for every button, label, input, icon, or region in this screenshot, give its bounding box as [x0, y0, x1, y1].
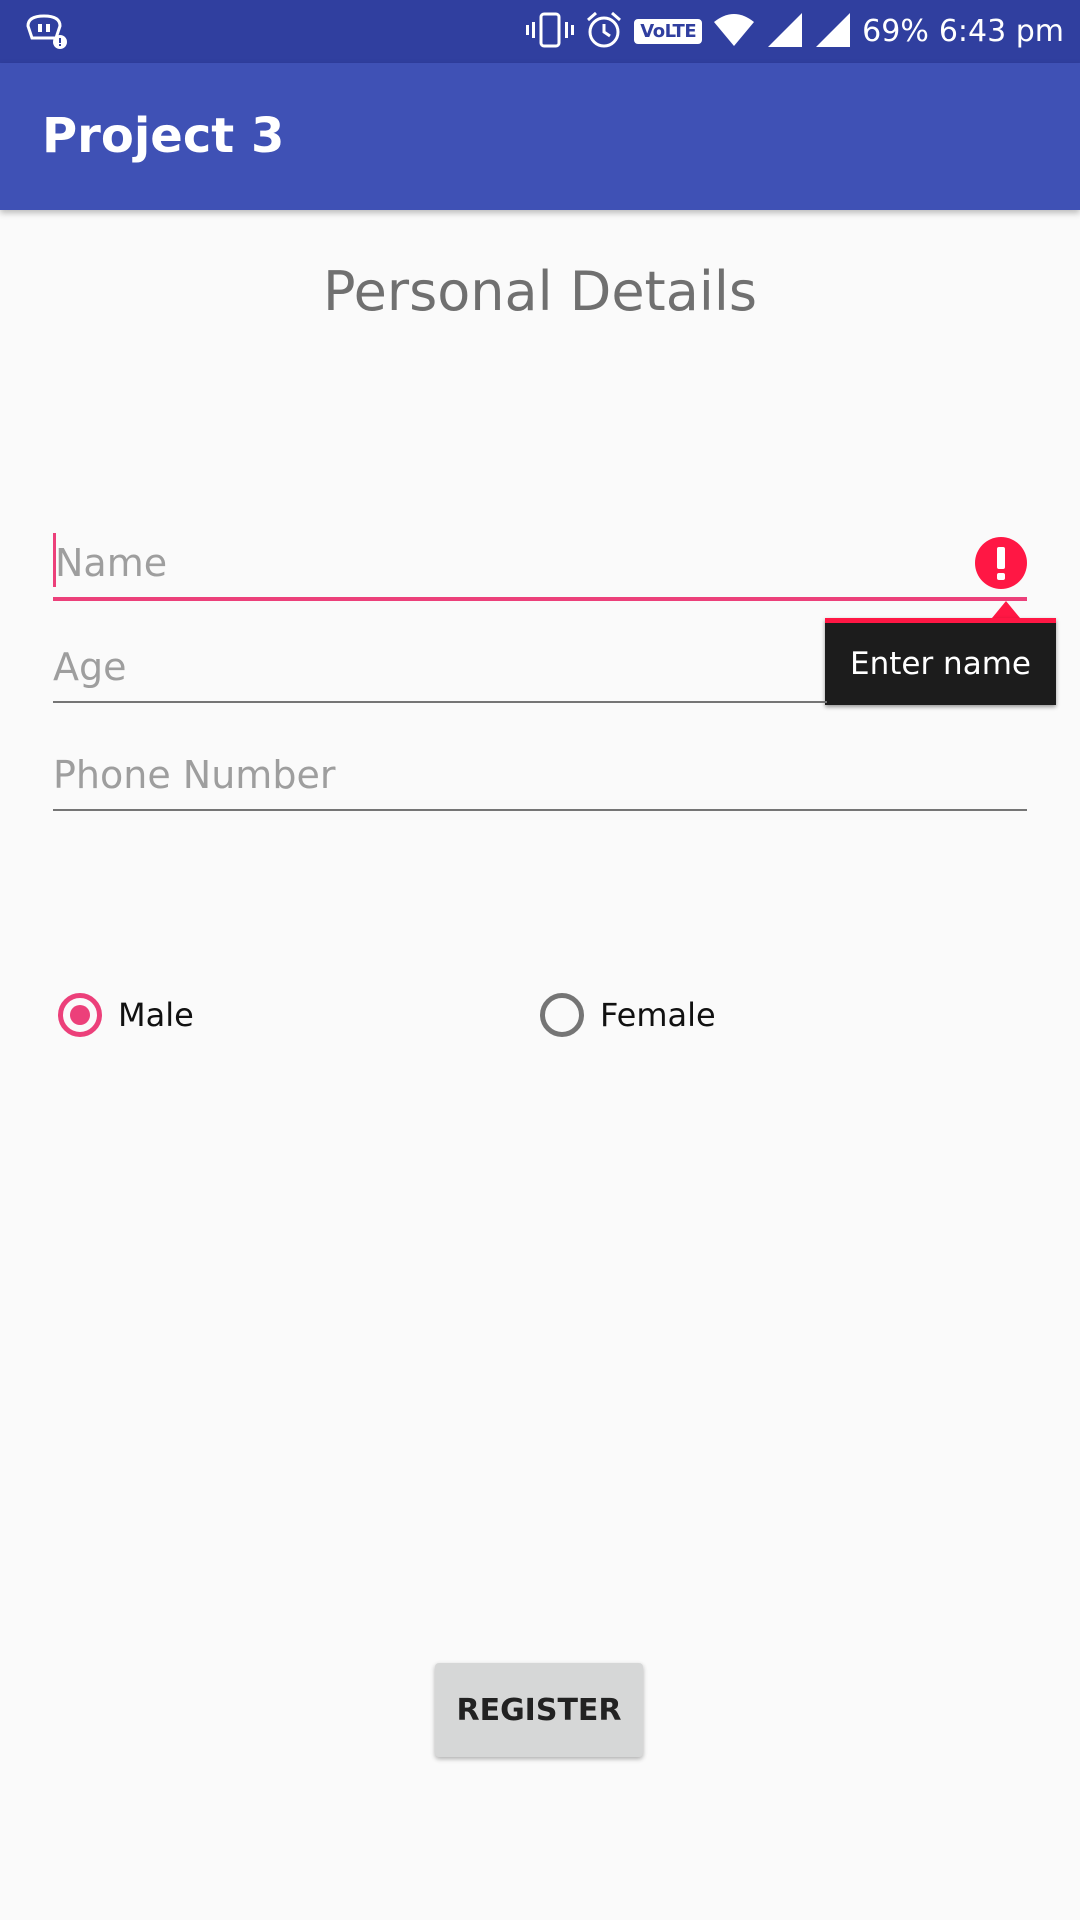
radio-button-unchecked[interactable] — [540, 993, 584, 1037]
radio-female-label: Female — [600, 996, 716, 1034]
app-bar: Project 3 — [0, 63, 1080, 210]
error-icon — [975, 537, 1027, 589]
radio-male[interactable]: Male — [58, 993, 194, 1037]
alarm-icon — [584, 10, 624, 54]
signal-icon — [766, 11, 804, 53]
volte-icon: VoLTE — [634, 19, 703, 44]
phone-number-placeholder: Phone Number — [53, 753, 336, 797]
notification-app-icon — [24, 12, 70, 54]
error-tooltip-arrow — [992, 601, 1020, 618]
wifi-icon — [712, 12, 756, 52]
error-tooltip: Enter name — [825, 618, 1056, 705]
status-bar: VoLTE 69% 6:43 pm — [0, 0, 1080, 63]
phone-number-field[interactable]: Phone Number — [53, 737, 1027, 811]
signal-icon — [814, 11, 852, 53]
battery-level: 69% — [862, 14, 929, 49]
age-field[interactable]: Age — [53, 629, 827, 703]
radio-male-label: Male — [118, 996, 194, 1034]
clock: 6:43 pm — [938, 14, 1064, 49]
radio-female[interactable]: Female — [540, 993, 716, 1037]
app-title: Project 3 — [42, 108, 285, 164]
vibrate-icon — [526, 10, 575, 54]
age-placeholder: Age — [53, 645, 127, 689]
name-placeholder: Name — [55, 541, 168, 585]
register-button[interactable]: REGISTER — [435, 1663, 643, 1757]
name-field[interactable]: Name — [53, 525, 1027, 601]
page-title: Personal Details — [323, 260, 757, 323]
radio-button-checked[interactable] — [58, 993, 102, 1037]
